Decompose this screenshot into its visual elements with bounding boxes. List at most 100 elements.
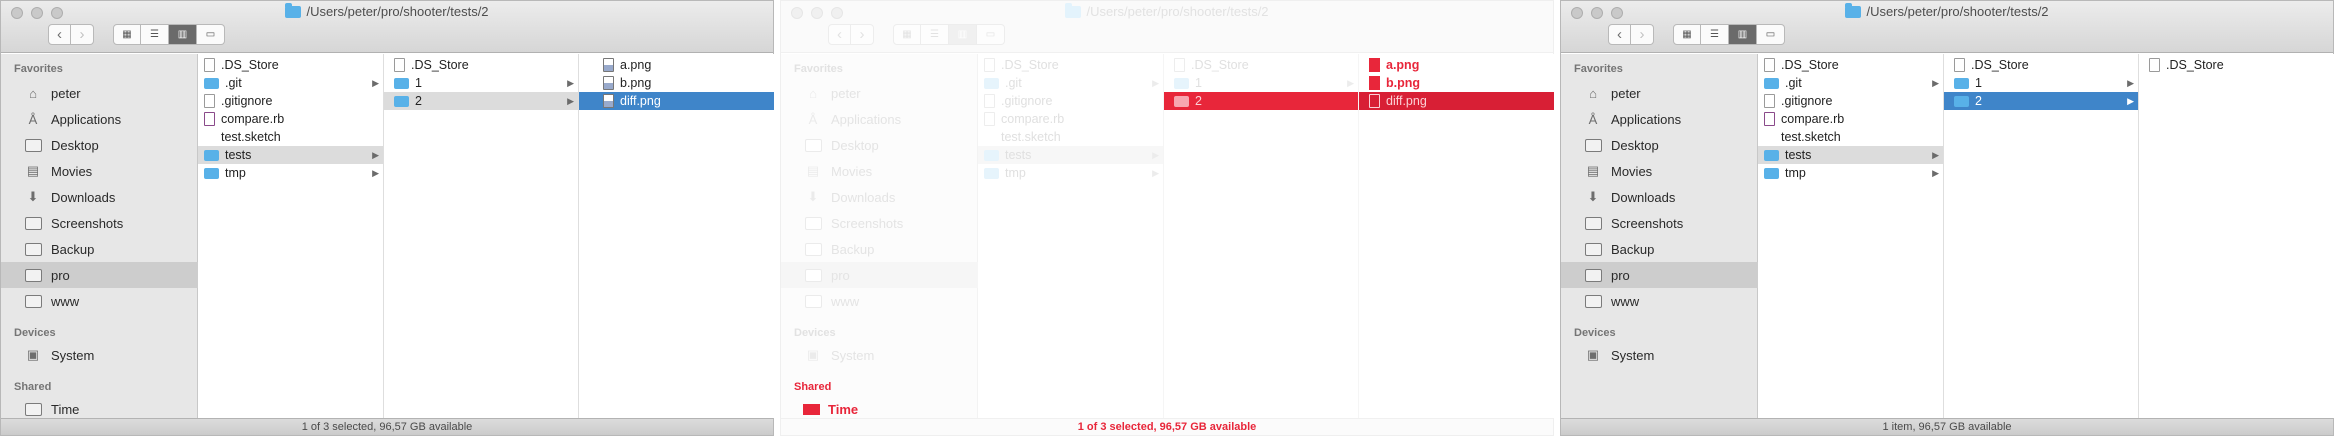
list-item[interactable]: tmp ▶ [198,164,383,182]
titlebar: /Users/peter/pro/shooter/tests/2 ‹ › ▦ ☰… [1,1,773,53]
list-item[interactable]: tmp ▶ [1758,164,1943,182]
list-item[interactable]: tmp ▶ [978,164,1163,182]
sidebar-item-peter[interactable]: ⌂ peter [1,80,198,106]
list-item[interactable]: tests ▶ [1758,146,1943,164]
sidebar-item-www[interactable]: www [1,288,198,314]
movies-icon: ▤ [26,163,40,178]
sidebar-item-movies[interactable]: ▤ Movies [1561,158,1758,184]
list-item[interactable]: 2 [1164,92,1358,110]
sidebar-item-desktop[interactable]: Desktop [781,132,978,158]
list-item[interactable]: tests ▶ [978,146,1163,164]
list-item[interactable]: diff.png [1359,92,1554,110]
sidebar: Favorites ⌂ peter Å Applications Desktop ▤… [1561,54,1758,418]
sidebar-item-www[interactable]: www [781,288,978,314]
list-item[interactable]: 2 ▶ [384,92,578,110]
list-view-button[interactable]: ☰ [921,24,949,45]
list-item[interactable]: 1 ▶ [1164,74,1358,92]
list-item[interactable]: compare.rb [1758,110,1943,128]
applications-icon: Å [1588,111,1598,127]
column-view-button[interactable]: ▥ [1729,24,1757,45]
column-view-button[interactable]: ▥ [169,24,197,45]
list-item[interactable]: .gitignore [198,92,383,110]
disclosure-arrow-icon: ▶ [567,95,574,106]
sidebar-item-screenshots[interactable]: Screenshots [781,210,978,236]
sidebar-item-backup[interactable]: Backup [781,236,978,262]
list-item[interactable]: tests ▶ [198,146,383,164]
sidebar-item-system[interactable]: ▣ System [781,342,978,368]
forward-button[interactable]: › [71,24,94,45]
favorites-header: Favorites [1574,63,1623,75]
icon-view-button[interactable]: ▦ [1673,24,1701,45]
list-item[interactable]: compare.rb [198,110,383,128]
desktop-icon [1583,138,1603,153]
list-item[interactable]: test.sketch [1758,128,1943,146]
list-item[interactable]: diff.png [579,92,774,110]
sidebar-item-applications[interactable]: Å Applications [1561,106,1758,132]
sidebar-item-pro[interactable]: pro [1561,262,1758,288]
coverflow-view-button[interactable]: ▭ [197,24,225,45]
coverflow-view-button[interactable]: ▭ [977,24,1005,45]
list-item[interactable]: b.png [579,74,774,92]
sidebar-item-applications[interactable]: Å Applications [781,106,978,132]
list-item[interactable]: 1 ▶ [384,74,578,92]
column-view-button[interactable]: ▥ [949,24,977,45]
sidebar-item-screenshots[interactable]: Screenshots [1,210,198,236]
list-item[interactable]: .DS_Store [2139,56,2334,74]
sidebar-item-screenshots[interactable]: Screenshots [1561,210,1758,236]
back-button[interactable]: ‹ [48,24,71,45]
back-button[interactable]: ‹ [828,24,851,45]
list-item[interactable]: test.sketch [198,128,383,146]
disclosure-arrow-icon: ▶ [372,77,379,88]
sidebar-item-movies[interactable]: ▤ Movies [1,158,198,184]
forward-button[interactable]: › [1631,24,1654,45]
list-item[interactable]: .git ▶ [1758,74,1943,92]
coverflow-view-button[interactable]: ▭ [1757,24,1785,45]
list-item[interactable]: test.sketch [978,128,1163,146]
sidebar-item-downloads[interactable]: ⬇ Downloads [1,184,198,210]
list-item[interactable]: .DS_Store [198,56,383,74]
folder-icon [1583,268,1603,283]
sidebar-item-downloads[interactable]: ⬇ Downloads [781,184,978,210]
file-icon [204,94,215,108]
sidebar-item-desktop[interactable]: Desktop [1561,132,1758,158]
sidebar-item-peter[interactable]: ⌂ peter [1561,80,1758,106]
icon-view-button[interactable]: ▦ [113,24,141,45]
list-item[interactable]: compare.rb [978,110,1163,128]
sidebar-item-movies[interactable]: ▤ Movies [781,158,978,184]
sidebar-item-pro[interactable]: pro [781,262,978,288]
sidebar-item-peter[interactable]: ⌂ peter [781,80,978,106]
sidebar-item-desktop[interactable]: Desktop [1,132,198,158]
list-item[interactable]: 2 ▶ [1944,92,2138,110]
folder-icon [803,242,823,257]
finder-window-diff: /Users/peter/pro/shooter/tests/2 ‹ › ▦ ☰… [780,0,1554,436]
back-button[interactable]: ‹ [1608,24,1631,45]
forward-button[interactable]: › [851,24,874,45]
sidebar-item-system[interactable]: ▣ System [1,342,198,368]
image-file-icon [603,58,614,72]
list-item[interactable]: b.png [1359,74,1554,92]
list-item[interactable]: .DS_Store [1944,56,2138,74]
list-item[interactable]: .git ▶ [198,74,383,92]
sidebar-item-pro[interactable]: pro [1,262,198,288]
disclosure-arrow-icon: ▶ [567,77,574,88]
list-item[interactable]: .DS_Store [1164,56,1358,74]
sidebar-item-backup[interactable]: Backup [1561,236,1758,262]
list-item[interactable]: .DS_Store [384,56,578,74]
list-item[interactable]: a.png [1359,56,1554,74]
sidebar-item-downloads[interactable]: ⬇ Downloads [1561,184,1758,210]
list-item[interactable]: .gitignore [978,92,1163,110]
sidebar-item-www[interactable]: www [1561,288,1758,314]
list-view-button[interactable]: ☰ [1701,24,1729,45]
list-item[interactable]: 1 ▶ [1944,74,2138,92]
sidebar-item-applications[interactable]: Å Applications [1,106,198,132]
icon-view-button[interactable]: ▦ [893,24,921,45]
list-item[interactable]: .DS_Store [1758,56,1943,74]
list-item[interactable]: .DS_Store [978,56,1163,74]
list-view-button[interactable]: ☰ [141,24,169,45]
list-item[interactable]: a.png [579,56,774,74]
folder-icon [1954,77,1969,89]
list-item[interactable]: .git ▶ [978,74,1163,92]
sidebar-item-system[interactable]: ▣ System [1561,342,1758,368]
sidebar-item-backup[interactable]: Backup [1,236,198,262]
list-item[interactable]: .gitignore [1758,92,1943,110]
